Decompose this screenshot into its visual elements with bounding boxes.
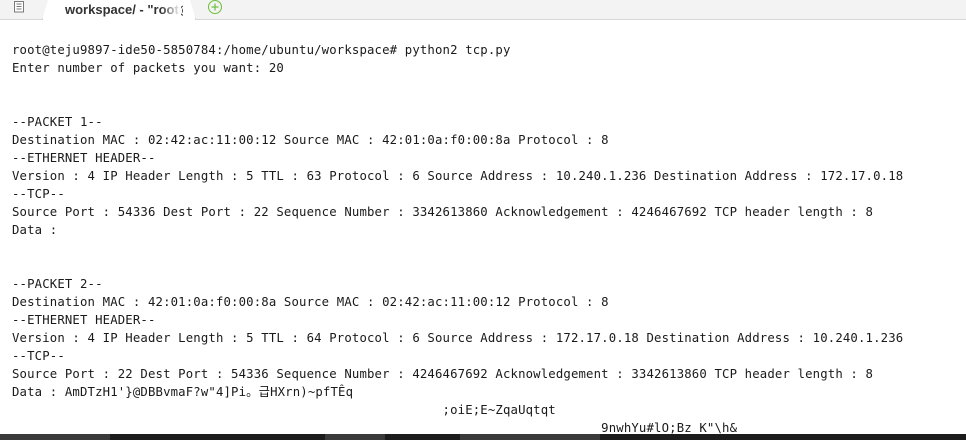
terminal-line: --ETHERNET HEADER-- <box>12 313 156 327</box>
terminal-tab[interactable]: workspace/ - "root@teju9897-ide50-585078… <box>42 0 196 20</box>
terminal-line: Source Port : 54336 Dest Port : 22 Seque… <box>12 205 874 219</box>
terminal-line: Destination MAC : 42:01:0a:f0:00:8a Sour… <box>12 295 609 309</box>
file-tree-icon[interactable] <box>14 1 25 13</box>
terminal-line: Destination MAC : 02:42:ac:11:00:12 Sour… <box>12 133 609 147</box>
bottom-strip <box>0 434 966 440</box>
bottom-strip-segment <box>0 434 110 440</box>
terminal-line: Enter number of packets you want: 20 <box>12 61 284 75</box>
terminal-line: --TCP-- <box>12 349 65 363</box>
bottom-strip-segment <box>460 434 600 440</box>
terminal-line: ;oiE;E~ZqaUqtqt <box>12 403 556 417</box>
terminal-line: 9nwhYu#lO;Bz K"\h& <box>12 421 738 434</box>
terminal-line: Version : 4 IP Header Length : 5 TTL : 6… <box>12 169 904 183</box>
tab-bar: workspace/ - "root@teju9897-ide50-585078… <box>0 0 966 20</box>
terminal-line: Source Port : 22 Dest Port : 54336 Seque… <box>12 367 874 381</box>
terminal-panel[interactable]: root@teju9897-ide50-5850784:/home/ubuntu… <box>0 21 966 434</box>
terminal-line: --TCP-- <box>12 187 65 201</box>
terminal-line: root@teju9897-ide50-5850784:/home/ubuntu… <box>12 43 511 57</box>
terminal-line: --ETHERNET HEADER-- <box>12 151 156 165</box>
tab-title-fade <box>161 0 181 20</box>
close-icon[interactable]: ✕ <box>223 3 231 14</box>
terminal-output: root@teju9897-ide50-5850784:/home/ubuntu… <box>12 41 903 434</box>
terminal-line: Data : <box>12 223 58 237</box>
terminal-line: --PACKET 1-- <box>12 115 103 129</box>
terminal-line: Data : AmDTzH1'}@DBBvmaF?w"4]Pi。급HXrn)~p… <box>12 385 354 399</box>
bottom-strip-segment <box>325 434 385 440</box>
terminal-line: --PACKET 2-- <box>12 277 103 291</box>
terminal-line: Version : 4 IP Header Length : 5 TTL : 6… <box>12 331 904 345</box>
plus-circle-icon[interactable] <box>207 0 223 16</box>
